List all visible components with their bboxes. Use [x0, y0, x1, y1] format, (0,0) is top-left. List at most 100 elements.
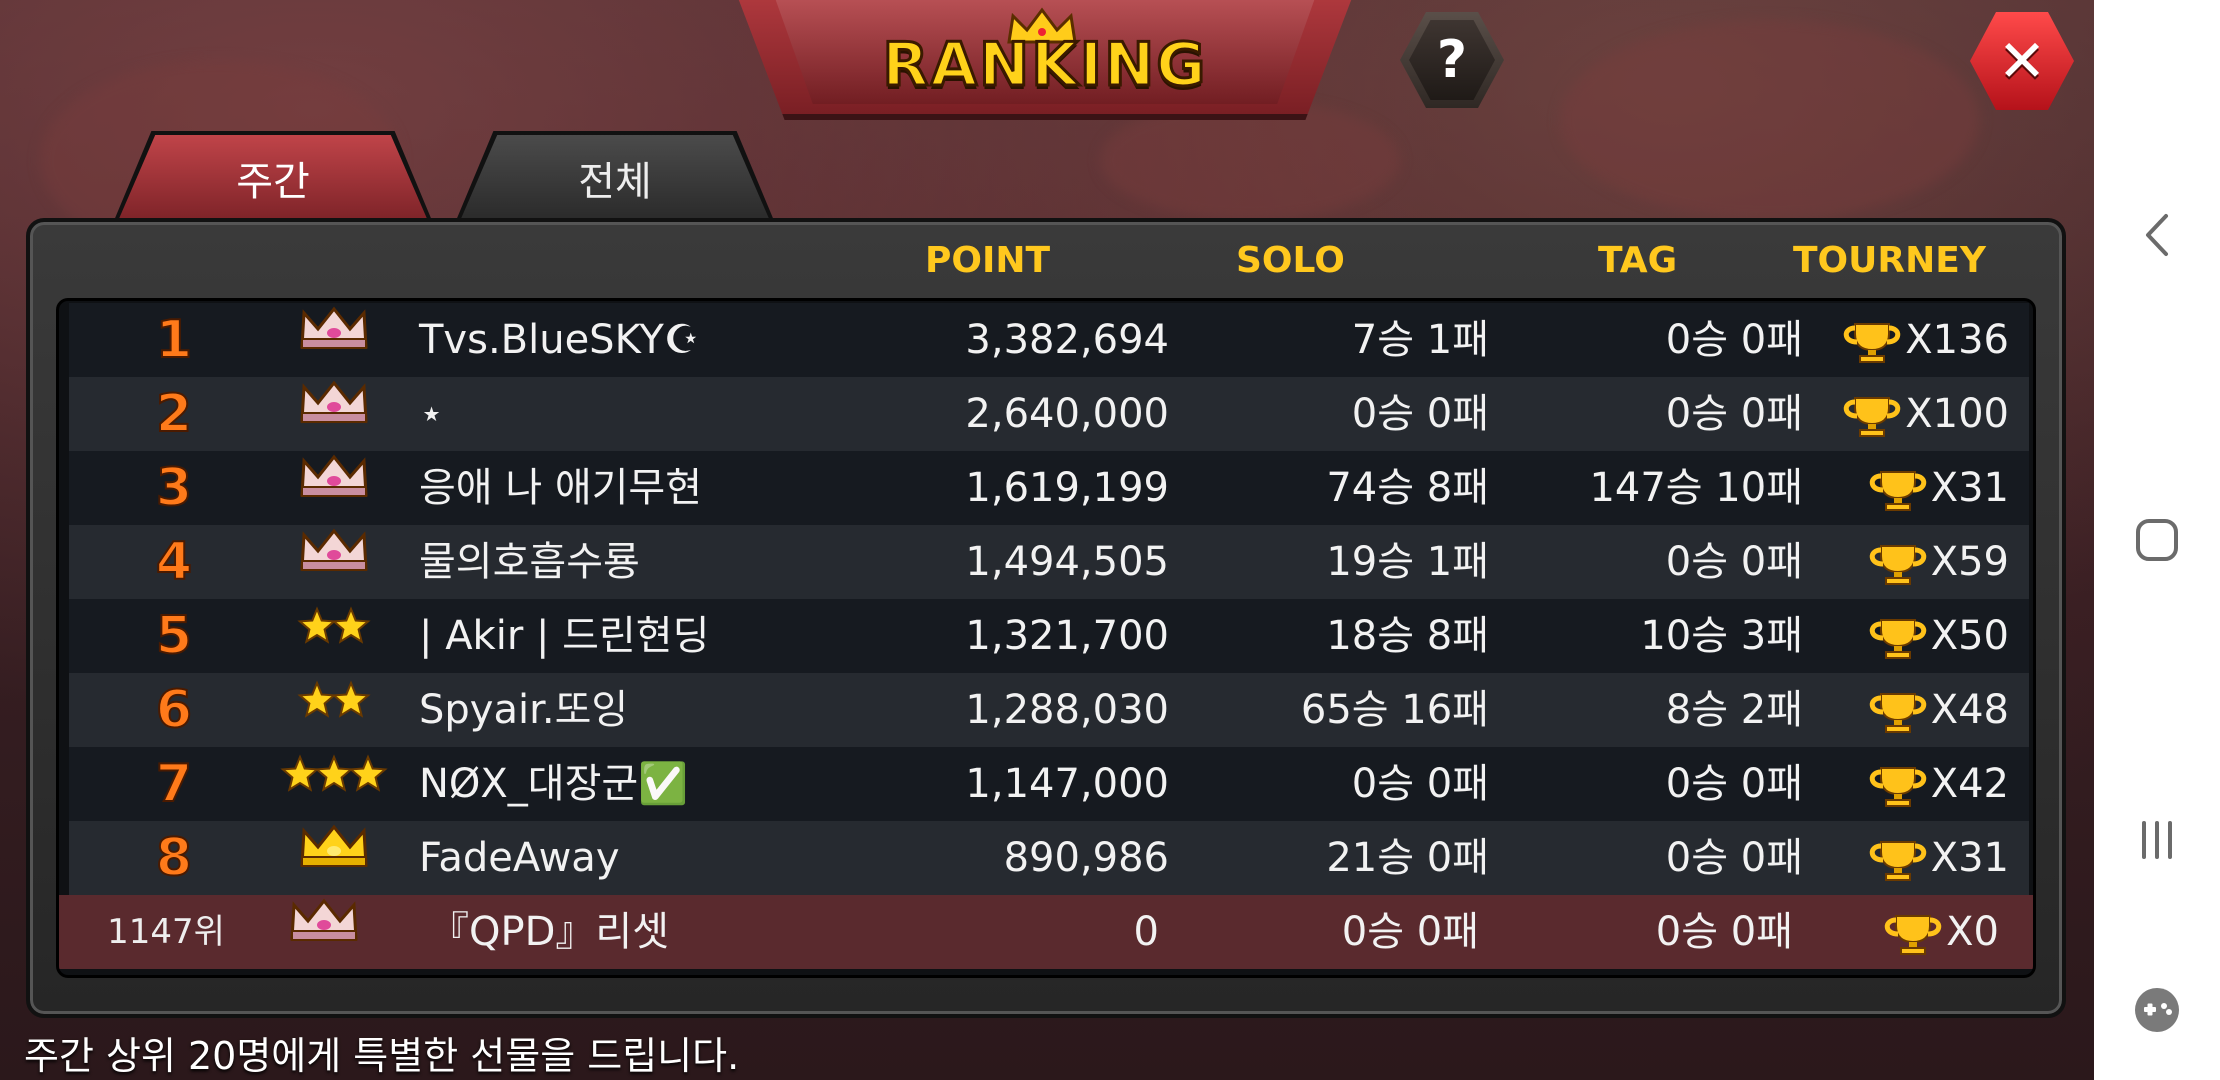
tourney-value: X31 [1930, 835, 2009, 881]
tourney-count: X31 [1809, 821, 2009, 895]
crown-pink-icon [269, 303, 399, 377]
player-name: NØX_대장군✅ [419, 761, 689, 807]
point-value: 3,382,694 [965, 317, 1169, 363]
ranking-row[interactable]: 6 Spyair.또잉 1,288,030 65승 16패 8승 2패 X48 [69, 673, 2029, 747]
tourney-count: X100 [1809, 377, 2009, 451]
column-header-point: POINT [925, 240, 1051, 281]
ranking-row[interactable]: 2 ⋆ 2,640,000 0승 0패 0승 0패 X100 [69, 377, 2029, 451]
player-name: 물의호흡수룡 [419, 539, 640, 585]
point-value: 1,147,000 [965, 761, 1169, 807]
tab-weekly[interactable]: 주간 [118, 135, 428, 221]
close-icon: ✕ [1997, 27, 2047, 95]
column-header-solo: SOLO [1236, 240, 1345, 281]
player-name: FadeAway [419, 835, 620, 881]
three-stars-icon [269, 747, 399, 821]
trophy-icon [1882, 909, 1946, 955]
rank-number: 6 [155, 679, 193, 741]
tourney-count: X48 [1809, 673, 2009, 747]
point-value: 0 [1133, 909, 1159, 955]
solo-record: 21승 0패 [1326, 835, 1489, 881]
rank-number: 2 [155, 383, 193, 445]
game-tools-icon[interactable] [2094, 975, 2220, 1045]
solo-record: 0승 0패 [1341, 909, 1479, 955]
crown-pink-icon [269, 525, 399, 599]
rank-number: 4 [155, 531, 193, 593]
crown-pink-icon [269, 451, 399, 525]
close-button[interactable]: ✕ [1970, 12, 2074, 110]
tag-record: 0승 0패 [1665, 391, 1803, 437]
ranking-row[interactable]: 8 FadeAway 890,986 21승 0패 0승 0패 X31 [69, 821, 2029, 895]
solo-record: 19승 1패 [1326, 539, 1489, 585]
rank-number: 3 [155, 457, 193, 519]
footer-note: 주간 상위 20명에게 특별한 선물을 드립니다. [24, 1034, 740, 1078]
tourney-value: X136 [1905, 317, 2009, 363]
ranking-list[interactable]: 1 Tvs.BlueSKY☪ 3,382,694 7승 1패 0승 0패 X136 2 ⋆ 2,… [56, 298, 2036, 978]
two-stars-icon [269, 599, 399, 673]
tag-record: 10승 3패 [1640, 613, 1803, 659]
solo-record: 0승 0패 [1351, 391, 1489, 437]
ranking-row[interactable]: 7 NØX_대장군✅ 1,147,000 0승 0패 0승 0패 X42 [69, 747, 2029, 821]
point-value: 1,288,030 [965, 687, 1169, 733]
rank-number: 5 [155, 605, 193, 667]
point-value: 890,986 [1003, 835, 1169, 881]
trophy-icon [1841, 391, 1905, 437]
point-value: 1,494,505 [965, 539, 1169, 585]
two-stars-icon [269, 673, 399, 747]
solo-record: 7승 1패 [1351, 317, 1489, 363]
tourney-count: X136 [1809, 303, 2009, 377]
tourney-value: X31 [1930, 465, 2009, 511]
page-title: RANKING [881, 29, 1208, 102]
trophy-icon [1867, 613, 1931, 659]
tag-record: 0승 0패 [1655, 909, 1793, 955]
crown-gold-icon [269, 821, 399, 895]
system-navigation-bar [2094, 0, 2220, 1080]
recents-icon[interactable] [2094, 805, 2220, 875]
ranking-row[interactable]: 1 Tvs.BlueSKY☪ 3,382,694 7승 1패 0승 0패 X136 [69, 303, 2029, 377]
tourney-value: X50 [1930, 613, 2009, 659]
solo-record: 18승 8패 [1326, 613, 1489, 659]
tourney-value: X100 [1905, 391, 2009, 437]
tag-record: 8승 2패 [1665, 687, 1803, 733]
trophy-icon [1841, 317, 1905, 363]
my-rank: 1147위 [107, 912, 225, 952]
game-screen: RANKING ? ✕ 주간 전체 POINT SOLO TAG TOURNEY… [0, 0, 2094, 1080]
tourney-count: X50 [1809, 599, 2009, 673]
trophy-icon [1867, 465, 1931, 511]
question-icon: ? [1409, 20, 1495, 100]
solo-record: 0승 0패 [1351, 761, 1489, 807]
back-icon[interactable] [2094, 200, 2220, 270]
tourney-value: X48 [1930, 687, 2009, 733]
solo-record: 74승 8패 [1326, 465, 1489, 511]
player-name: ⋆ [419, 391, 445, 437]
tag-record: 147승 10패 [1589, 465, 1803, 511]
point-value: 1,619,199 [965, 465, 1169, 511]
trophy-icon [1867, 539, 1931, 585]
player-name: | Akir | 드린현딩 [419, 613, 710, 659]
tag-record: 0승 0패 [1665, 539, 1803, 585]
tourney-count: X42 [1809, 747, 2009, 821]
tab-total[interactable]: 전체 [460, 135, 770, 221]
tourney-count: X0 [1799, 895, 1999, 969]
player-name: Spyair.또잉 [419, 687, 629, 733]
rank-number: 7 [155, 753, 193, 815]
trophy-icon [1867, 835, 1931, 881]
player-name: Tvs.BlueSKY☪ [419, 317, 700, 363]
crown-pink-icon [259, 895, 389, 969]
ranking-row[interactable]: 3 응애 나 애기무현 1,619,199 74승 8패 147승 10패 X31 [69, 451, 2029, 525]
tag-record: 0승 0패 [1665, 761, 1803, 807]
trophy-icon [1867, 687, 1931, 733]
my-ranking-row[interactable]: 1147위 『QPD』리셋 0 0승 0패 0승 0패 X0 [59, 895, 2033, 969]
column-header-tourney: TOURNEY [1793, 240, 1986, 281]
point-value: 1,321,700 [965, 613, 1169, 659]
ranking-row[interactable]: 5 | Akir | 드린현딩 1,321,700 18승 8패 10승 3패 X50 [69, 599, 2029, 673]
help-button[interactable]: ? [1400, 12, 1504, 108]
point-value: 2,640,000 [965, 391, 1169, 437]
column-header-tag: TAG [1598, 240, 1678, 281]
rank-number: 1 [155, 309, 193, 371]
tourney-value: X0 [1946, 909, 1999, 955]
trophy-icon [1867, 761, 1931, 807]
player-name: 응애 나 애기무현 [419, 465, 703, 511]
ranking-row[interactable]: 4 물의호흡수룡 1,494,505 19승 1패 0승 0패 X59 [69, 525, 2029, 599]
rank-number: 8 [155, 827, 193, 889]
home-icon[interactable] [2094, 505, 2220, 575]
